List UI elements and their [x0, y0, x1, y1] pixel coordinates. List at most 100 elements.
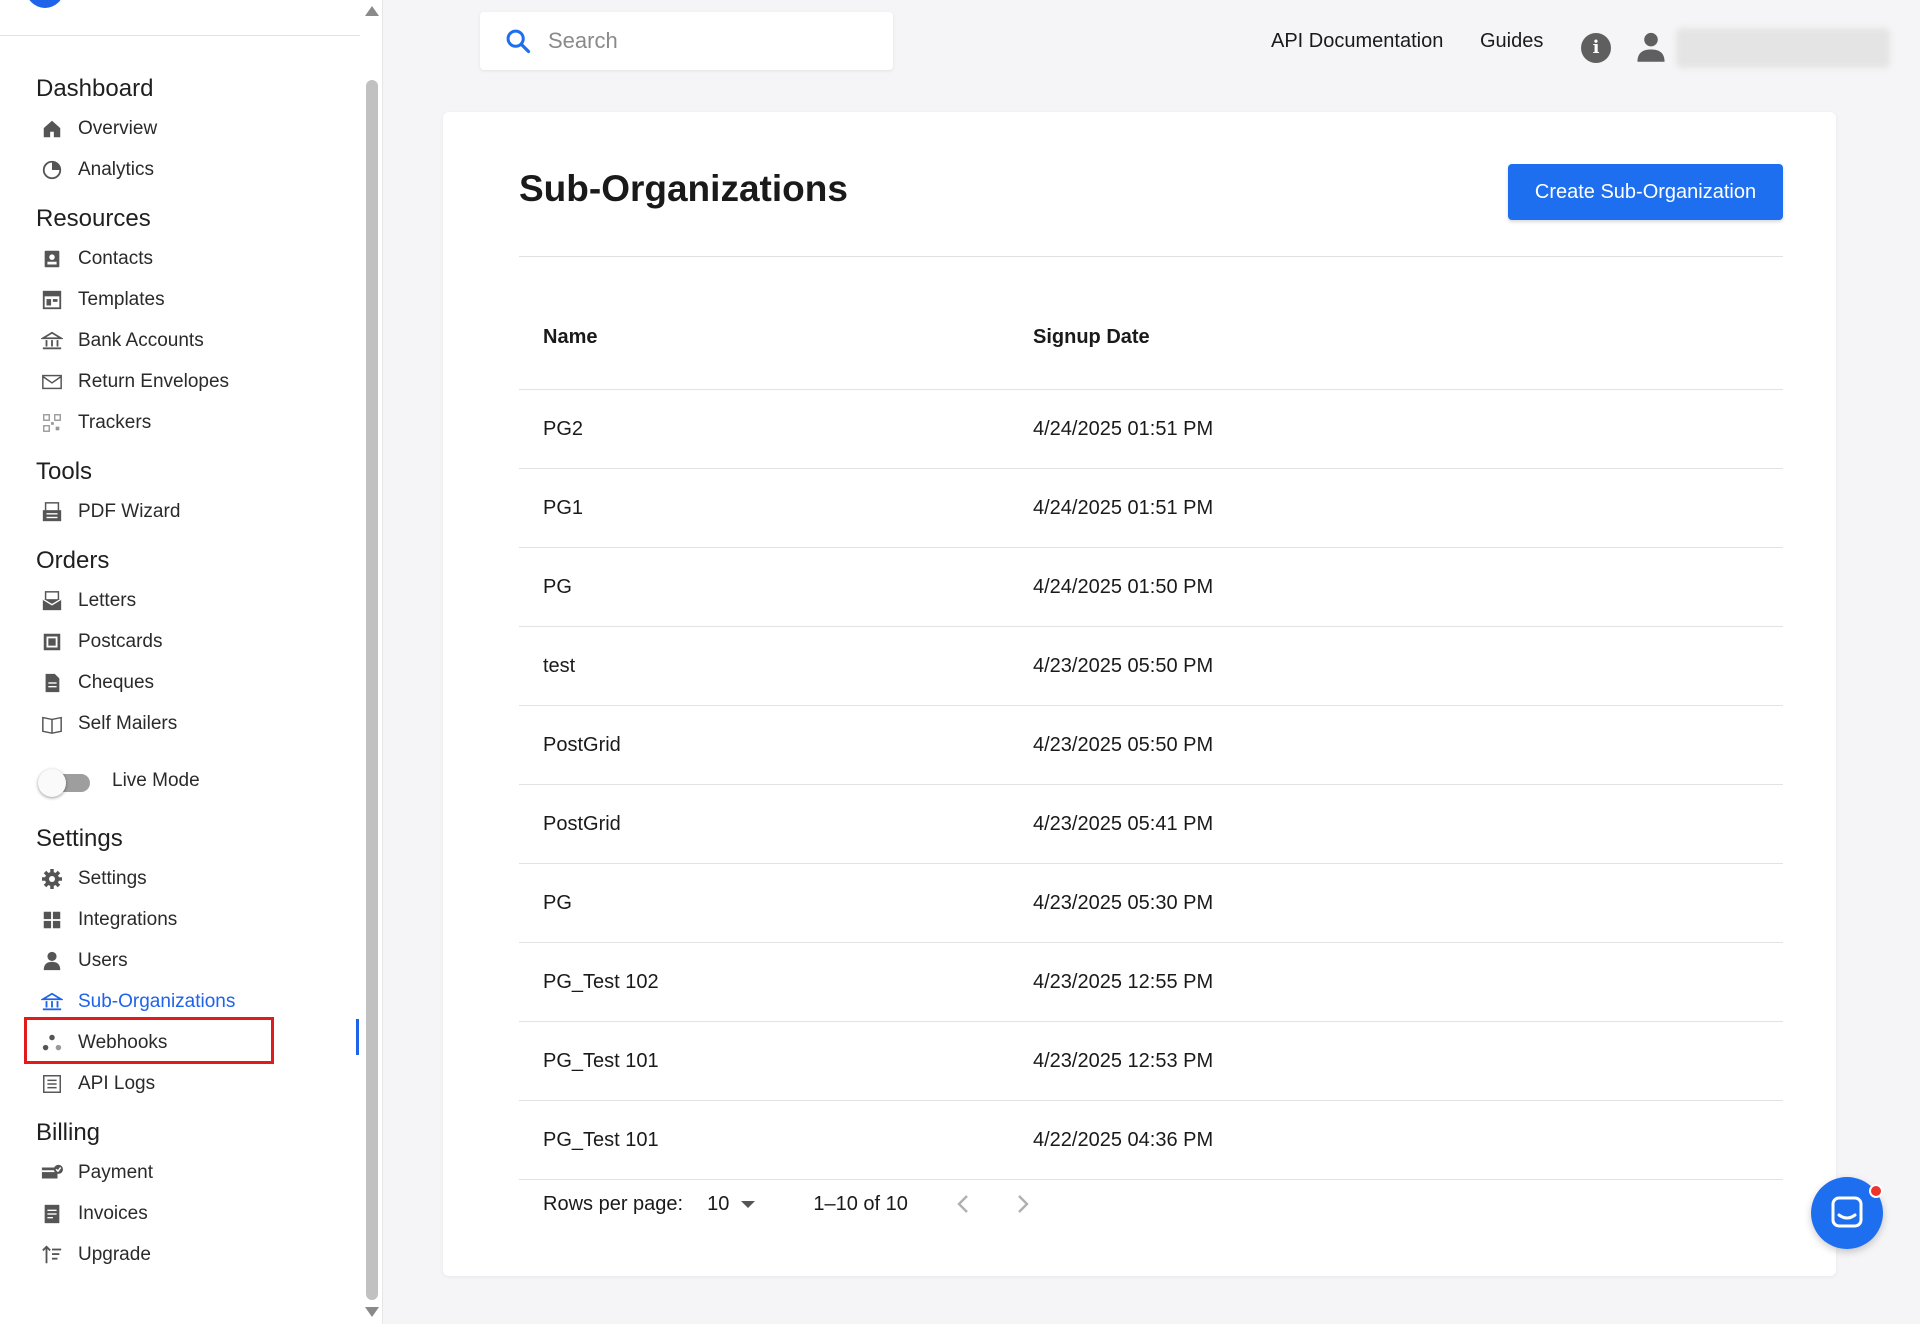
sidebar-item-return-envelopes[interactable]: Return Envelopes	[0, 361, 360, 402]
table-row[interactable]: PG2 4/24/2025 01:51 PM	[519, 390, 1783, 469]
payment-icon	[40, 1161, 64, 1185]
dropdown-caret-icon	[741, 1200, 756, 1208]
sidebar-item-label: API Logs	[78, 1072, 156, 1094]
live-mode-label: Live Mode	[112, 770, 200, 791]
info-icon[interactable]: i	[1581, 33, 1611, 63]
cell-name: PostGrid	[543, 812, 621, 835]
cell-signup-date: 4/23/2025 12:55 PM	[1033, 970, 1214, 993]
cell-signup-date: 4/22/2025 04:36 PM	[1033, 1128, 1214, 1151]
sidebar-item-bank-accounts[interactable]: Bank Accounts	[0, 320, 360, 361]
cheque-icon	[40, 671, 64, 695]
sidebar-item-overview[interactable]: Overview	[0, 108, 360, 149]
sidebar-item-integrations[interactable]: Integrations	[0, 899, 360, 940]
postcard-icon	[40, 630, 64, 654]
search-input[interactable]	[548, 28, 868, 54]
sidebar-item-label: Letters	[78, 589, 137, 611]
table-row[interactable]: PG1 4/24/2025 01:51 PM	[519, 469, 1783, 548]
account-icon[interactable]	[1636, 31, 1666, 63]
integrations-icon	[40, 908, 64, 932]
sidebar-item-postcards[interactable]: Postcards	[0, 621, 360, 662]
scroll-down-arrow-icon[interactable]	[365, 1307, 379, 1317]
sidebar-item-analytics[interactable]: Analytics	[0, 149, 360, 190]
toggle-knob[interactable]	[38, 769, 66, 797]
divider	[519, 256, 1783, 257]
cell-name: test	[543, 654, 576, 677]
sidebar-item-pdf-wizard[interactable]: PDF Wizard	[0, 491, 360, 532]
next-page-button[interactable]	[1008, 1189, 1038, 1219]
user-name-redacted[interactable]	[1676, 28, 1890, 68]
sidebar-item-invoices[interactable]: Invoices	[0, 1193, 360, 1234]
sidebar-item-label: Analytics	[78, 158, 155, 180]
previous-page-button[interactable]	[948, 1189, 978, 1219]
app-logo[interactable]	[26, 0, 64, 8]
column-header-name[interactable]: Name	[519, 326, 1033, 349]
sidebar-item-label: Settings	[78, 867, 147, 889]
cell-signup-date: 4/23/2025 05:50 PM	[1033, 733, 1214, 756]
sidebar-item-trackers[interactable]: Trackers	[0, 402, 360, 443]
sidebar-scroll-thumb[interactable]	[366, 80, 378, 1300]
pdf-wizard-icon	[40, 500, 64, 524]
table-row[interactable]: PostGrid 4/23/2025 05:41 PM	[519, 785, 1783, 864]
search-bar[interactable]	[480, 12, 893, 70]
scroll-up-arrow-icon[interactable]	[365, 6, 379, 16]
rows-per-page-value: 10	[707, 1192, 730, 1215]
sidebar-item-settings[interactable]: Settings	[0, 858, 360, 899]
table-row[interactable]: PG_Test 102 4/23/2025 12:55 PM	[519, 943, 1783, 1022]
sidebar-item-label: Upgrade	[78, 1243, 151, 1265]
api-documentation-link[interactable]: API Documentation	[1271, 30, 1443, 53]
sidebar-item-self-mailers[interactable]: Self Mailers	[0, 703, 360, 744]
live-mode-toggle[interactable]	[38, 769, 92, 797]
pagination: Rows per page: 10 1–10 of 10	[519, 1174, 1783, 1234]
chevron-right-icon	[1018, 1195, 1029, 1213]
sidebar: Dashboard Overview Analytics Resources Conta…	[0, 0, 383, 1324]
sidebar-item-label: Users	[78, 949, 128, 971]
sidebar-item-label: Bank Accounts	[78, 329, 204, 351]
section-title-dashboard: Dashboard	[36, 75, 154, 102]
sidebar-item-label: Integrations	[78, 908, 178, 930]
cell-name: PG_Test 101	[543, 1128, 659, 1151]
sidebar-item-templates[interactable]: Templates	[0, 279, 360, 320]
sidebar-item-label: Templates	[78, 288, 165, 310]
page-title: Sub-Organizations	[519, 168, 848, 209]
cell-signup-date: 4/23/2025 05:41 PM	[1033, 812, 1214, 835]
create-sub-organization-button[interactable]: Create Sub-Organization	[1508, 164, 1783, 220]
bank-icon	[40, 329, 64, 353]
sidebar-item-letters[interactable]: Letters	[0, 580, 360, 621]
notification-dot	[1869, 1184, 1883, 1198]
user-icon	[40, 949, 64, 973]
self-mailer-icon	[40, 712, 64, 736]
column-header-signup-date[interactable]: Signup Date	[1033, 326, 1783, 349]
rows-per-page-select[interactable]: 10	[707, 1192, 756, 1216]
table-row[interactable]: PG 4/24/2025 01:50 PM	[519, 548, 1783, 627]
sidebar-nav: Dashboard Overview Analytics Resources Conta…	[0, 60, 360, 1275]
table-row[interactable]: PG_Test 101 4/22/2025 04:36 PM	[519, 1101, 1783, 1180]
sub-organizations-card: Sub-Organizations Create Sub-Organizatio…	[443, 112, 1836, 1276]
sidebar-item-label: Contacts	[78, 247, 153, 269]
sidebar-item-label: Overview	[78, 117, 158, 139]
sidebar-item-sub-organizations[interactable]: Sub-Organizations	[0, 981, 360, 1022]
sidebar-item-users[interactable]: Users	[0, 940, 360, 981]
pie-chart-icon	[40, 158, 64, 182]
sidebar-item-api-logs[interactable]: API Logs	[0, 1063, 360, 1104]
table-row[interactable]: PG_Test 101 4/23/2025 12:53 PM	[519, 1022, 1783, 1101]
rows-per-page-label: Rows per page:	[543, 1192, 684, 1215]
cell-name: PG_Test 101	[543, 1049, 659, 1072]
sidebar-item-cheques[interactable]: Cheques	[0, 662, 360, 703]
sidebar-item-payment[interactable]: Payment	[0, 1152, 360, 1193]
table-row[interactable]: test 4/23/2025 05:50 PM	[519, 627, 1783, 706]
section-title-billing: Billing	[36, 1119, 101, 1146]
sidebar-item-label: Sub-Organizations	[78, 990, 236, 1012]
section-title-tools: Tools	[36, 458, 93, 485]
cell-name: PG1	[543, 496, 584, 519]
sidebar-item-upgrade[interactable]: Upgrade	[0, 1234, 360, 1275]
cell-signup-date: 4/23/2025 05:30 PM	[1033, 891, 1214, 914]
sidebar-item-contacts[interactable]: Contacts	[0, 238, 360, 279]
section-title-orders: Orders	[36, 547, 110, 574]
pagination-range: 1–10 of 10	[813, 1192, 908, 1215]
guides-link[interactable]: Guides	[1480, 30, 1543, 53]
sidebar-item-label: Return Envelopes	[78, 370, 230, 392]
table-row[interactable]: PostGrid 4/23/2025 05:50 PM	[519, 706, 1783, 785]
table-row[interactable]: PG 4/23/2025 05:30 PM	[519, 864, 1783, 943]
contacts-icon	[40, 247, 64, 271]
sidebar-item-label: Cheques	[78, 671, 155, 693]
